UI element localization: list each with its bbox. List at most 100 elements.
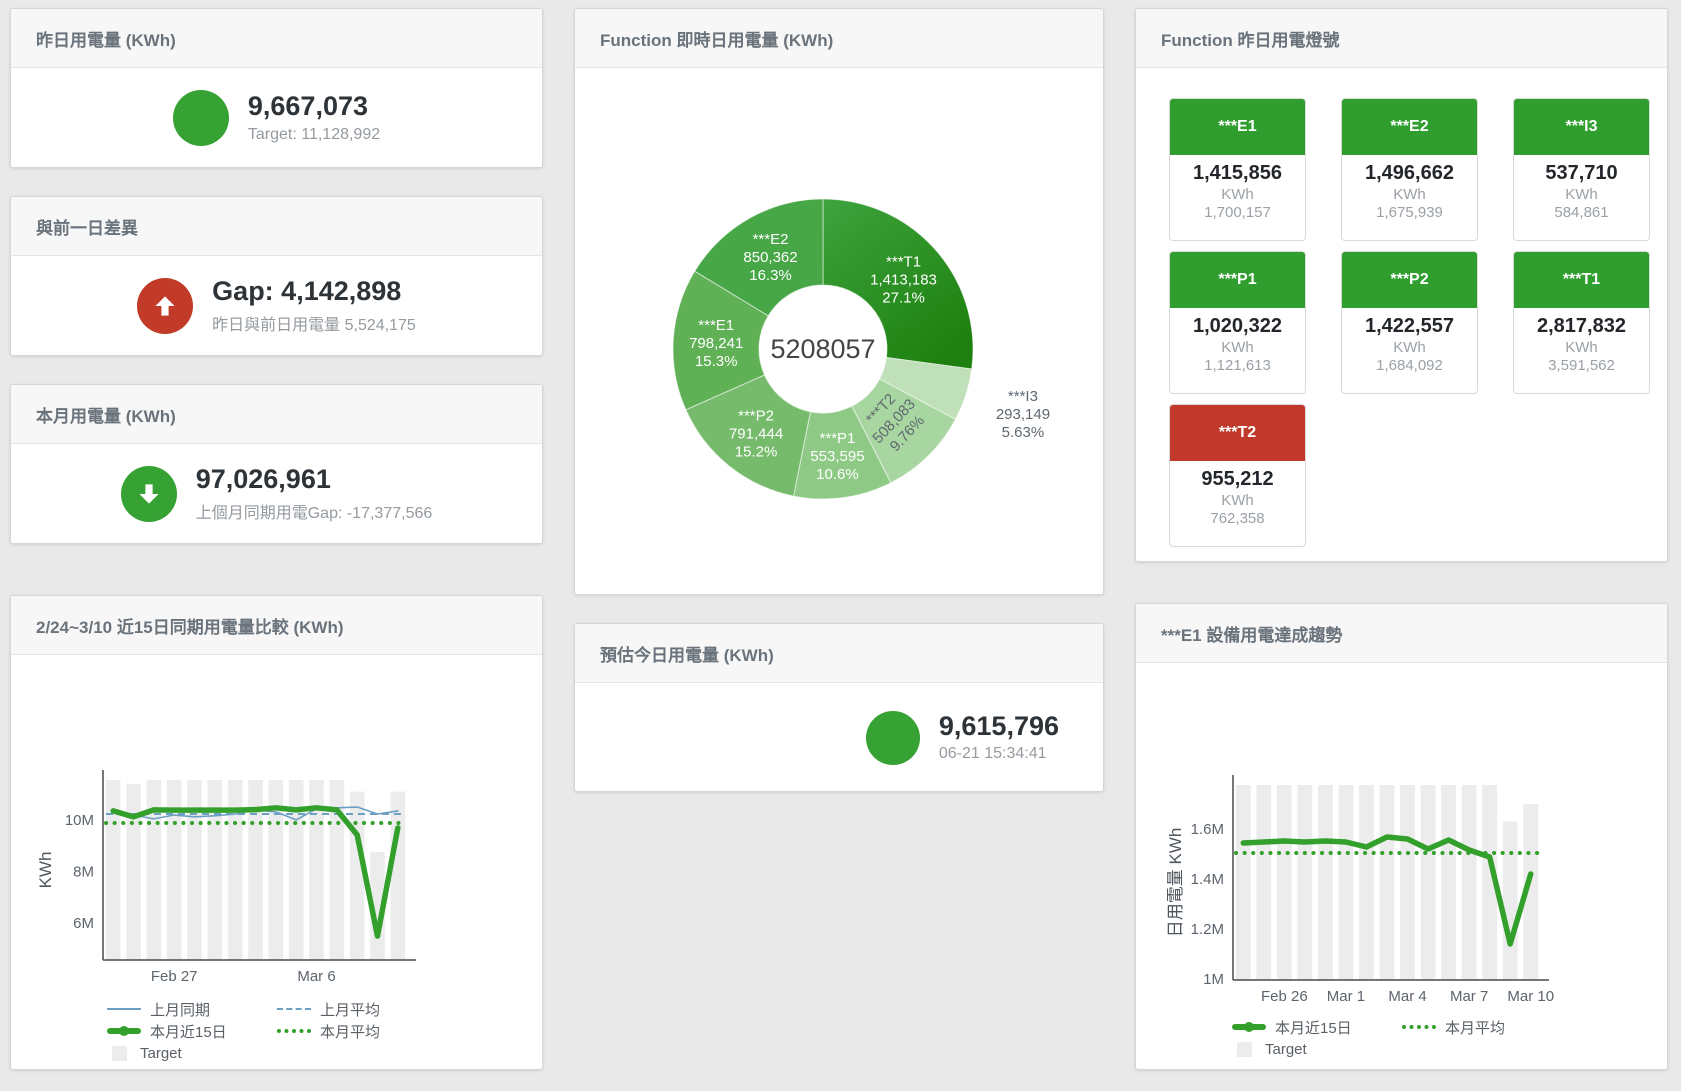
tile-value: 2,817,832 [1514,315,1649,338]
trend-legend: 本月近15日 本月平均 Target [1232,1016,1667,1060]
tile-label: ***P2 [1342,252,1477,308]
panel-title-compare[interactable]: 2/24~3/10 近15日同期用電量比較 (KWh) [11,596,542,655]
panel-title-day-gap[interactable]: 與前一日差異 [11,197,542,256]
legend-label: Target [1265,1041,1307,1058]
legend-item-last-month-line[interactable]: 上月同期 [107,999,277,1020]
tile-value: 1,020,322 [1170,315,1305,338]
pie-slice-label: ***I3293,1495.63% [996,388,1050,441]
panel-title-text: 預估今日用電量 (KWh) [600,641,774,666]
tile-unit: KWh [1170,339,1305,356]
tile-label: ***P1 [1170,252,1305,308]
up-arrow-icon [137,278,193,334]
legend-label: 本月近15日 [1275,1017,1352,1038]
panel-title-text: Function 昨日用電燈號 [1161,26,1339,51]
stat-month: 97,026,961 上個月同期用電Gap: -17,377,566 [11,444,542,544]
panel-day-gap: 與前一日差異 Gap: 4,142,898 昨日與前日用電量 5,524,175 [10,196,543,356]
legend-item-this-month-avg[interactable]: 本月平均 [1402,1017,1572,1038]
panel-trend-chart: ***E1 設備用電達成趨勢 1M 1.2M 1.4M 1.6M Feb 26 Mar 1… [1135,603,1668,1070]
tile-label: ***E1 [1170,99,1305,155]
legend-label: 本月平均 [320,1021,380,1042]
gray-square-icon [112,1046,127,1061]
legend-item-last-month-avg[interactable]: 上月平均 [277,999,447,1020]
svg-text:日用電量 KWh: 日用電量 KWh [1166,828,1185,938]
legend-label: Target [140,1045,182,1062]
legend-item-this-month-line[interactable]: 本月近15日 [1232,1017,1402,1038]
green-line-icon [1232,1024,1266,1030]
svg-text:1.4M: 1.4M [1191,871,1224,888]
light-tile-e1: ***E11,415,856KWh1,700,157 [1169,98,1306,241]
tile-target: 584,861 [1514,204,1649,221]
panel-month-usage: 本月用電量 (KWh) 97,026,961 上個月同期用電Gap: -17,3… [10,384,543,544]
panel-compare-chart: 2/24~3/10 近15日同期用電量比較 (KWh) 6M8M10MFeb 2… [10,595,543,1070]
tile-unit: KWh [1514,186,1649,203]
panel-title-lights[interactable]: Function 昨日用電燈號 [1136,9,1667,68]
compare-legend: 上月同期 上月平均 本月近15日 本月平均 Target [107,998,542,1064]
svg-text:1.6M: 1.6M [1191,821,1224,838]
svg-text:Mar 4: Mar 4 [1388,988,1426,1003]
legend-item-this-month-line[interactable]: 本月近15日 [107,1021,277,1042]
stat-value: 9,615,796 [939,712,1059,742]
svg-text:8M: 8M [73,863,94,880]
svg-text:1.2M: 1.2M [1191,921,1224,938]
light-tile-e2: ***E21,496,662KWh1,675,939 [1341,98,1478,241]
stat-value: 97,026,961 [196,465,433,495]
tile-unit: KWh [1170,186,1305,203]
svg-text:Mar 1: Mar 1 [1327,988,1365,1003]
svg-text:Mar 7: Mar 7 [1450,988,1488,1003]
panel-estimate-today: 預估今日用電量 (KWh) 9,615,796 06-21 15:34:41 [574,623,1104,792]
light-tile-i3: ***I3 537,710KWh584,861 [1513,98,1650,241]
green-line-icon [107,1028,141,1034]
tile-target: 1,121,613 [1170,357,1305,374]
panel-title-yesterday[interactable]: 昨日用電量 (KWh) [11,9,542,68]
panel-title-text: 昨日用電量 (KWh) [36,26,176,51]
tile-label: ***E2 [1342,99,1477,155]
tile-target: 1,700,157 [1170,204,1305,221]
panel-title-realtime-pie[interactable]: Function 即時日用電量 (KWh) [575,9,1103,68]
panel-lights: Function 昨日用電燈號 ***E11,415,856KWh1,700,1… [1135,8,1668,562]
svg-text:10M: 10M [65,812,94,829]
compare-chart-canvas[interactable]: 6M8M10MFeb 27Mar 6KWh [11,655,531,995]
legend-label: 上月同期 [150,999,210,1020]
stat-subtitle: Target: 11,128,992 [248,126,380,144]
green-dotted-line-icon [1402,1025,1436,1029]
svg-text:Mar 10: Mar 10 [1507,988,1554,1003]
blue-line-icon [107,1008,141,1010]
stat-yesterday: 9,667,073 Target: 11,128,992 [11,68,542,168]
pie-center-value: 5208057 [770,334,875,364]
stat-subtitle: 06-21 15:34:41 [939,745,1059,763]
svg-text:6M: 6M [73,915,94,932]
svg-text:KWh: KWh [36,852,55,889]
svg-text:Feb 26: Feb 26 [1261,988,1308,1003]
tile-value: 955,212 [1170,468,1305,491]
tile-label: ***T1 [1514,252,1649,308]
blue-dashed-line-icon [277,1008,311,1010]
tile-unit: KWh [1514,339,1649,356]
status-circle-icon [173,90,229,146]
stat-subtitle: 昨日與前日用電量 5,524,175 [212,311,416,335]
panel-title-month[interactable]: 本月用電量 (KWh) [11,385,542,444]
light-tile-t2: ***T2955,212KWh762,358 [1169,404,1306,547]
trend-chart-canvas[interactable]: 1M 1.2M 1.4M 1.6M Feb 26 Mar 1 Mar 4 Mar 7 Mar 1… [1136,663,1656,1003]
tile-target: 1,684,092 [1342,357,1477,374]
tile-value: 537,710 [1514,162,1649,185]
legend-label: 本月平均 [1445,1017,1505,1038]
tile-label: ***I3 [1514,99,1649,155]
legend-item-target[interactable]: Target [107,1045,277,1062]
status-circle-icon [866,711,920,765]
lights-grid: ***E11,415,856KWh1,700,157 ***E21,496,662… [1136,68,1667,560]
stat-value: 9,667,073 [248,92,380,122]
tile-target: 3,591,562 [1514,357,1649,374]
legend-label: 本月近15日 [150,1021,227,1042]
panel-title-estimate[interactable]: 預估今日用電量 (KWh) [575,624,1103,683]
legend-item-this-month-avg[interactable]: 本月平均 [277,1021,447,1042]
green-dotted-line-icon [277,1029,311,1033]
legend-item-target[interactable]: Target [1232,1041,1402,1058]
stat-value: Gap: 4,142,898 [212,277,416,307]
panel-yesterday-usage: 昨日用電量 (KWh) 9,667,073 Target: 11,128,992 [10,8,543,168]
svg-text:1M: 1M [1203,971,1224,988]
panel-title-text: Function 即時日用電量 (KWh) [600,26,833,51]
panel-title-trend[interactable]: ***E1 設備用電達成趨勢 [1136,604,1667,663]
tile-target: 1,675,939 [1342,204,1477,221]
light-tile-p1: ***P1 1,020,322KWh1,121,613 [1169,251,1306,394]
realtime-pie-chart[interactable]: ***T11,413,18327.1%***I3293,1495.63%***T… [575,68,1101,593]
